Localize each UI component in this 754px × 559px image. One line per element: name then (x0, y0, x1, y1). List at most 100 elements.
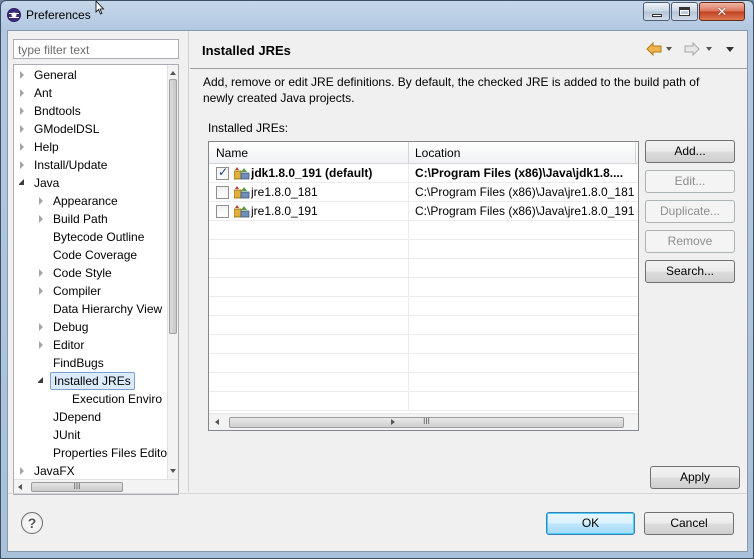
tree-item-label: Install/Update (34, 158, 108, 172)
tree-item[interactable]: GModelDSL (14, 120, 168, 138)
tree-item-label: Debug (53, 320, 89, 334)
column-header-location[interactable]: Location (415, 146, 460, 160)
tree-item[interactable]: Java (14, 174, 168, 192)
jre-checkbox[interactable] (216, 186, 229, 199)
column-separator[interactable] (635, 142, 636, 164)
tree-item[interactable]: Debug (14, 318, 168, 336)
jre-location: C:\Program Files (x86)\Java\jre1.8.0_181 (415, 185, 635, 199)
mouse-cursor-icon (95, 1, 105, 15)
scroll-down-icon[interactable] (170, 469, 176, 473)
expand-icon[interactable] (20, 125, 24, 133)
tree-item[interactable]: Bndtools (14, 102, 168, 120)
tree-vertical-scrollbar[interactable] (167, 65, 178, 479)
minimize-button[interactable] (643, 2, 670, 21)
remove-button[interactable]: Remove (645, 230, 735, 253)
tree-item[interactable]: FindBugs (14, 354, 168, 372)
jre-location: C:\Program Files (x86)\Java\jdk1.8.... (415, 166, 624, 180)
tree-item[interactable]: JUnit (14, 426, 168, 444)
expand-icon[interactable] (39, 215, 43, 223)
column-header-name[interactable]: Name (216, 146, 248, 160)
scroll-left-icon[interactable] (18, 484, 22, 490)
expand-icon[interactable] (20, 107, 24, 115)
tree-item-label: Properties Files Edito (53, 446, 168, 460)
tree-item[interactable]: General (14, 66, 168, 84)
maximize-button[interactable] (671, 2, 698, 21)
tree-item-label: Java (34, 176, 60, 190)
tree-item[interactable]: Code Coverage (14, 246, 168, 264)
expand-icon[interactable] (39, 287, 43, 295)
tree-item-label: Installed JREs (50, 372, 135, 390)
tree-item[interactable]: Build Path (14, 210, 168, 228)
edit-button[interactable]: Edit... (645, 170, 735, 193)
apply-button[interactable]: Apply (650, 466, 740, 489)
table-horizontal-scrollbar[interactable]: III (209, 413, 638, 430)
tree-item[interactable]: Code Style (14, 264, 168, 282)
expand-icon[interactable] (20, 71, 24, 79)
tree-item[interactable]: JavaFX (14, 462, 168, 479)
tree-item[interactable]: Properties Files Edito (14, 444, 168, 462)
back-arrow-icon[interactable] (646, 42, 662, 56)
collapse-icon[interactable] (37, 377, 43, 383)
table-row[interactable]: jre1.8.0_191 C:\Program Files (x86)\Java\… (209, 202, 638, 221)
view-menu-icon[interactable] (726, 47, 734, 52)
tree-item[interactable]: Installed JREs (14, 372, 168, 390)
tree-item-label: Bndtools (34, 104, 81, 118)
tree-item[interactable]: Execution Enviro (14, 390, 168, 408)
tree-item[interactable]: Appearance (14, 192, 168, 210)
expand-icon[interactable] (39, 341, 43, 349)
column-grid-line (408, 164, 409, 411)
table-row[interactable]: jre1.8.0_181 C:\Program Files (x86)\Java\… (209, 183, 638, 202)
jre-icon (233, 167, 250, 180)
help-icon[interactable]: ? (21, 512, 43, 534)
tree-item[interactable]: Help (14, 138, 168, 156)
scroll-right-icon[interactable] (391, 419, 395, 425)
expand-icon[interactable] (20, 143, 24, 151)
preference-tree[interactable]: General Ant Bndtools GModelDSL Help Install/U… (13, 64, 179, 495)
tree-item[interactable]: Install/Update (14, 156, 168, 174)
filter-input[interactable]: type filter text (13, 39, 179, 59)
tree-item[interactable]: Ant (14, 84, 168, 102)
back-history-dropdown-icon[interactable] (666, 47, 672, 51)
tree-item-label: Data Hierarchy View (53, 302, 163, 316)
expand-icon[interactable] (39, 197, 43, 205)
tree-item-label: Build Path (53, 212, 108, 226)
title-bar[interactable]: Preferences ✕ (1, 1, 753, 29)
close-button[interactable]: ✕ (699, 2, 745, 21)
ok-button[interactable]: OK (546, 512, 635, 535)
table-row (209, 221, 638, 240)
table-row (209, 278, 638, 297)
scroll-up-icon[interactable] (170, 71, 176, 75)
tree-item[interactable]: Data Hierarchy View (14, 300, 168, 318)
expand-icon[interactable] (20, 89, 24, 97)
collapse-icon[interactable] (18, 179, 24, 185)
scroll-thumb[interactable] (169, 79, 177, 334)
preferences-window: Preferences ✕ type filter text General An… (0, 0, 754, 559)
expand-icon[interactable] (39, 269, 43, 277)
table-row[interactable]: jdk1.8.0_191 (default) C:\Program Files (… (209, 164, 638, 183)
tree-item-label: JavaFX (34, 464, 75, 478)
panel-divider[interactable] (188, 31, 189, 492)
scroll-thumb[interactable]: III (229, 417, 624, 428)
add-button[interactable]: Add... (645, 140, 735, 163)
cancel-button[interactable]: Cancel (644, 512, 734, 535)
forward-arrow-icon[interactable] (684, 42, 700, 56)
tree-horizontal-scrollbar[interactable]: III (14, 479, 178, 494)
jre-checkbox[interactable] (216, 205, 229, 218)
column-separator[interactable] (408, 142, 409, 164)
scroll-thumb[interactable]: III (31, 482, 123, 492)
expand-icon[interactable] (20, 467, 24, 475)
tree-item[interactable]: Bytecode Outline (14, 228, 168, 246)
table-row (209, 373, 638, 392)
search-button[interactable]: Search... (645, 260, 735, 283)
expand-icon[interactable] (39, 323, 43, 331)
duplicate-button[interactable]: Duplicate... (645, 200, 735, 223)
scroll-left-icon[interactable] (215, 419, 219, 425)
tree-item[interactable]: Compiler (14, 282, 168, 300)
expand-icon[interactable] (20, 161, 24, 169)
tree-item[interactable]: JDepend (14, 408, 168, 426)
jre-checkbox[interactable] (216, 165, 229, 180)
table-row (209, 335, 638, 354)
tree-item[interactable]: Editor (14, 336, 168, 354)
installed-jres-table[interactable]: Name Location jdk1.8.0_191 (default) C:\P… (208, 141, 639, 431)
forward-history-dropdown-icon[interactable] (706, 47, 712, 51)
